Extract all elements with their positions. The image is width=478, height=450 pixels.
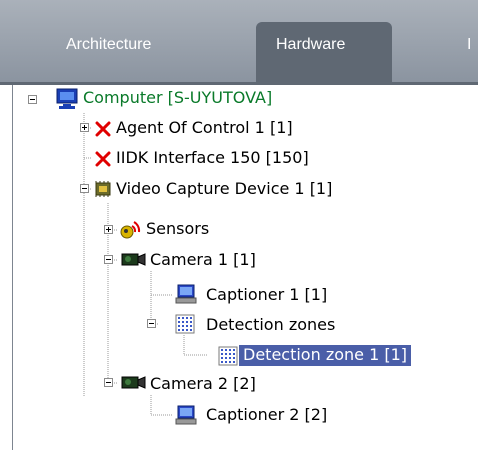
tab-bar: Architecture Hardware I [0,0,478,82]
collapse-computer-toggle[interactable] [28,95,37,104]
computer-label: Computer [S-UYUTOVA] [83,88,273,107]
tree-item-camera-1[interactable]: Camera 1 [1] [150,249,256,271]
tree-item-captioner-2[interactable]: Captioner 2 [2] [206,404,327,426]
camera2-label: Camera 2 [2] [150,374,256,393]
sensor-icon [120,221,141,239]
tree-item-video-capture-device[interactable]: Video Capture Device 1 [1] [116,178,332,200]
tree-item-camera-2[interactable]: Camera 2 [2] [150,373,256,395]
detection-zone1-label: Detection zone 1 [1] [239,345,411,366]
sensors-label: Sensors [146,219,210,238]
camera-icon [121,376,146,389]
collapse-detection-zones-toggle[interactable] [147,319,156,328]
error-x-icon [95,121,111,137]
expand-sensors-toggle[interactable] [104,225,113,234]
tab-architecture[interactable]: Architecture [0,22,168,82]
camera1-label: Camera 1 [1] [150,250,256,269]
tree-item-computer[interactable]: Computer [S-UYUTOVA] [83,87,272,109]
tree-item-iidk-interface[interactable]: IIDK Interface 150 [150] [116,147,309,169]
tree-item-detection-zone-1[interactable]: Detection zone 1 [1] [239,344,411,366]
hardware-tree-panel[interactable]: Computer [S-UYUTOVA] Agent Of Control 1 … [12,85,478,450]
tree-item-agent-of-control[interactable]: Agent Of Control 1 [1] [116,117,293,139]
agent-label: Agent Of Control 1 [1] [116,118,293,137]
capture-board-icon [95,181,111,197]
tree-item-detection-zones[interactable]: Detection zones [206,314,335,336]
detection-grid-icon [218,346,238,366]
iidk-label: IIDK Interface 150 [150] [116,148,309,167]
tab-hardware[interactable]: Hardware [256,22,392,82]
tree-item-captioner-1[interactable]: Captioner 1 [1] [206,284,327,306]
captioner-icon [175,405,197,425]
captioner2-label: Captioner 2 [2] [206,405,328,424]
collapse-video-capture-toggle[interactable] [80,184,89,193]
expand-agent-toggle[interactable] [80,123,89,132]
tree-item-sensors[interactable]: Sensors [146,218,209,240]
vcd-label: Video Capture Device 1 [1] [116,179,333,198]
collapse-camera1-toggle[interactable] [104,255,113,264]
error-x-icon [95,151,111,167]
tab-interfaces[interactable]: I [467,22,478,82]
detection-zones-label: Detection zones [206,315,336,334]
computer-icon [56,88,78,109]
camera-icon [121,253,146,266]
captioner-icon [175,284,197,304]
captioner1-label: Captioner 1 [1] [206,285,328,304]
detection-grid-icon [175,314,195,334]
collapse-camera2-toggle[interactable] [104,378,113,387]
